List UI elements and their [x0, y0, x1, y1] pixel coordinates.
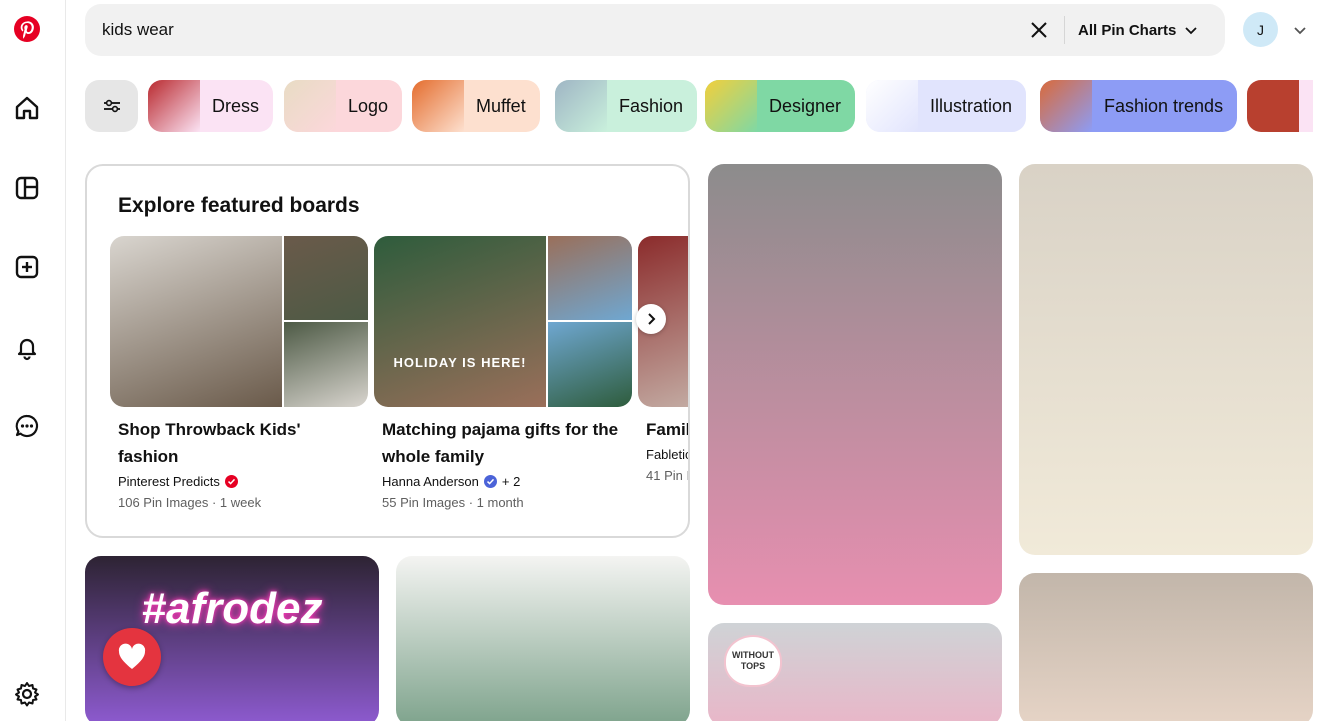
search-bar: All Pin Charts — [85, 4, 1225, 56]
pinterest-logo[interactable] — [13, 15, 41, 43]
sliders-icon — [103, 99, 120, 113]
board-collage — [110, 236, 368, 407]
chip-thumbnail — [1247, 80, 1299, 132]
board-owner[interactable]: Hanna Anderson + 2 — [382, 474, 632, 489]
messages-icon — [15, 414, 39, 438]
create-icon — [15, 255, 39, 279]
pin-card[interactable] — [1019, 573, 1313, 721]
chevron-right-icon — [648, 313, 656, 325]
chip-thumbnail — [1040, 80, 1092, 132]
board-name: Matching pajama gifts for the whole fami… — [382, 420, 619, 466]
search-input[interactable] — [102, 4, 1002, 56]
board-image-overlay: HOLIDAY IS HERE! — [393, 355, 527, 370]
board-owner-name: Hanna Anderson — [382, 474, 479, 489]
verified-check-icon — [224, 475, 238, 488]
board-image-top — [548, 236, 632, 320]
avatar-initial: J — [1257, 21, 1264, 38]
close-icon — [1031, 22, 1047, 38]
boards-next-button[interactable] — [636, 304, 666, 334]
pin-card[interactable] — [396, 556, 690, 721]
avatar[interactable]: J — [1243, 12, 1278, 47]
account-menu-button[interactable] — [1290, 20, 1310, 40]
board-card[interactable]: Family matching Fabletics 41 Pin Images — [638, 236, 690, 483]
board-image-bottom — [284, 322, 368, 407]
pin-neon-sign: #afrodez — [141, 584, 323, 633]
sidebar-item-home[interactable] — [9, 90, 45, 126]
pin-card[interactable]: WITHOUT TOPS — [708, 623, 1002, 721]
board-image-top — [284, 236, 368, 320]
chip-designer[interactable]: Designer — [705, 80, 856, 132]
chip-label: Fashion trends — [1104, 95, 1224, 116]
pin-filter-dropdown[interactable]: All Pin Charts — [1078, 4, 1198, 56]
chip-thumbnail — [148, 80, 200, 132]
chip-label: Fashion — [619, 95, 684, 116]
chip-logo[interactable]: Logo — [284, 80, 403, 132]
home-icon — [15, 96, 39, 120]
board-name: Family matching — [646, 420, 690, 439]
filters-button[interactable] — [85, 80, 138, 132]
board-meta: 106 Pin Images · 1 week — [118, 495, 262, 510]
chip-thumbnail — [705, 80, 757, 132]
chip-label: Muffet — [476, 95, 526, 116]
board-card[interactable]: HOLIDAY IS HERE! Matching pajama gifts f… — [374, 236, 632, 510]
chip-label: Illustration — [930, 95, 1013, 116]
chip-label: Logo — [348, 95, 389, 116]
chip-thumbnail — [284, 80, 336, 132]
chip-label: Designer — [769, 95, 842, 116]
pin-sticker: WITHOUT TOPS — [724, 635, 782, 687]
board-meta: 55 Pin Images · 1 month — [382, 495, 524, 510]
board-card[interactable]: Shop Throwback Kids' fashion Pinterest P… — [110, 236, 368, 510]
clear-search-button[interactable] — [1027, 18, 1051, 42]
board-owner[interactable]: Fabletics — [646, 447, 688, 462]
board-owner[interactable]: Pinterest Predicts — [118, 474, 368, 489]
pin-card[interactable] — [1019, 164, 1313, 555]
board-collage: HOLIDAY IS HERE! — [374, 236, 632, 407]
board-meta: 41 Pin Images — [646, 468, 690, 483]
pin-card[interactable]: #afrodez — [85, 556, 379, 721]
like-button[interactable] — [103, 628, 161, 686]
board-image-main: HOLIDAY IS HERE! — [374, 236, 546, 407]
sidebar — [0, 0, 66, 721]
sidebar-item-boards[interactable] — [9, 170, 45, 206]
sidebar-item-notifications[interactable] — [9, 329, 45, 365]
chevron-down-icon — [1294, 27, 1306, 35]
boards-icon — [15, 176, 39, 200]
chip-thumbnail — [412, 80, 464, 132]
chip-fashion-trends[interactable]: Fashion trends — [1040, 80, 1238, 132]
board-owner-name: Pinterest Predicts — [118, 474, 220, 489]
board-collaborators: + 2 — [501, 474, 521, 489]
chip-next-partial[interactable] — [1247, 80, 1313, 132]
chip-muffet[interactable]: Muffet — [412, 80, 540, 132]
board-owner-name: Fabletics — [646, 447, 688, 462]
board-image-bottom — [548, 322, 632, 407]
sidebar-item-create[interactable] — [9, 249, 45, 285]
chip-dress[interactable]: Dress — [148, 80, 274, 132]
sidebar-item-settings[interactable] — [9, 676, 45, 712]
bell-icon — [17, 338, 37, 361]
heart-icon — [118, 643, 146, 669]
chip-label: Dress — [212, 95, 260, 116]
chip-illustration[interactable]: Illustration — [866, 80, 1027, 132]
pin-filter-label: All Pin Charts — [1078, 21, 1177, 39]
chevron-down-icon — [1185, 27, 1197, 35]
featured-boards-title: Explore featured boards — [118, 194, 360, 217]
gear-icon — [15, 682, 39, 707]
featured-boards-card: Explore featured boards Shop Throwback K… — [85, 164, 690, 538]
chip-fashion[interactable]: Fashion — [555, 80, 698, 132]
board-image-main — [110, 236, 282, 407]
chip-thumbnail — [555, 80, 607, 132]
chip-thumbnail — [866, 80, 918, 132]
search-divider — [1064, 16, 1065, 44]
sidebar-item-messages[interactable] — [9, 408, 45, 444]
pin-card[interactable] — [708, 164, 1002, 605]
suggestion-chips: Dress Logo Muffet Fashion Designer Illus… — [85, 79, 1313, 133]
verified-check-icon — [483, 475, 497, 488]
board-name: Shop Throwback Kids' fashion — [118, 420, 301, 466]
